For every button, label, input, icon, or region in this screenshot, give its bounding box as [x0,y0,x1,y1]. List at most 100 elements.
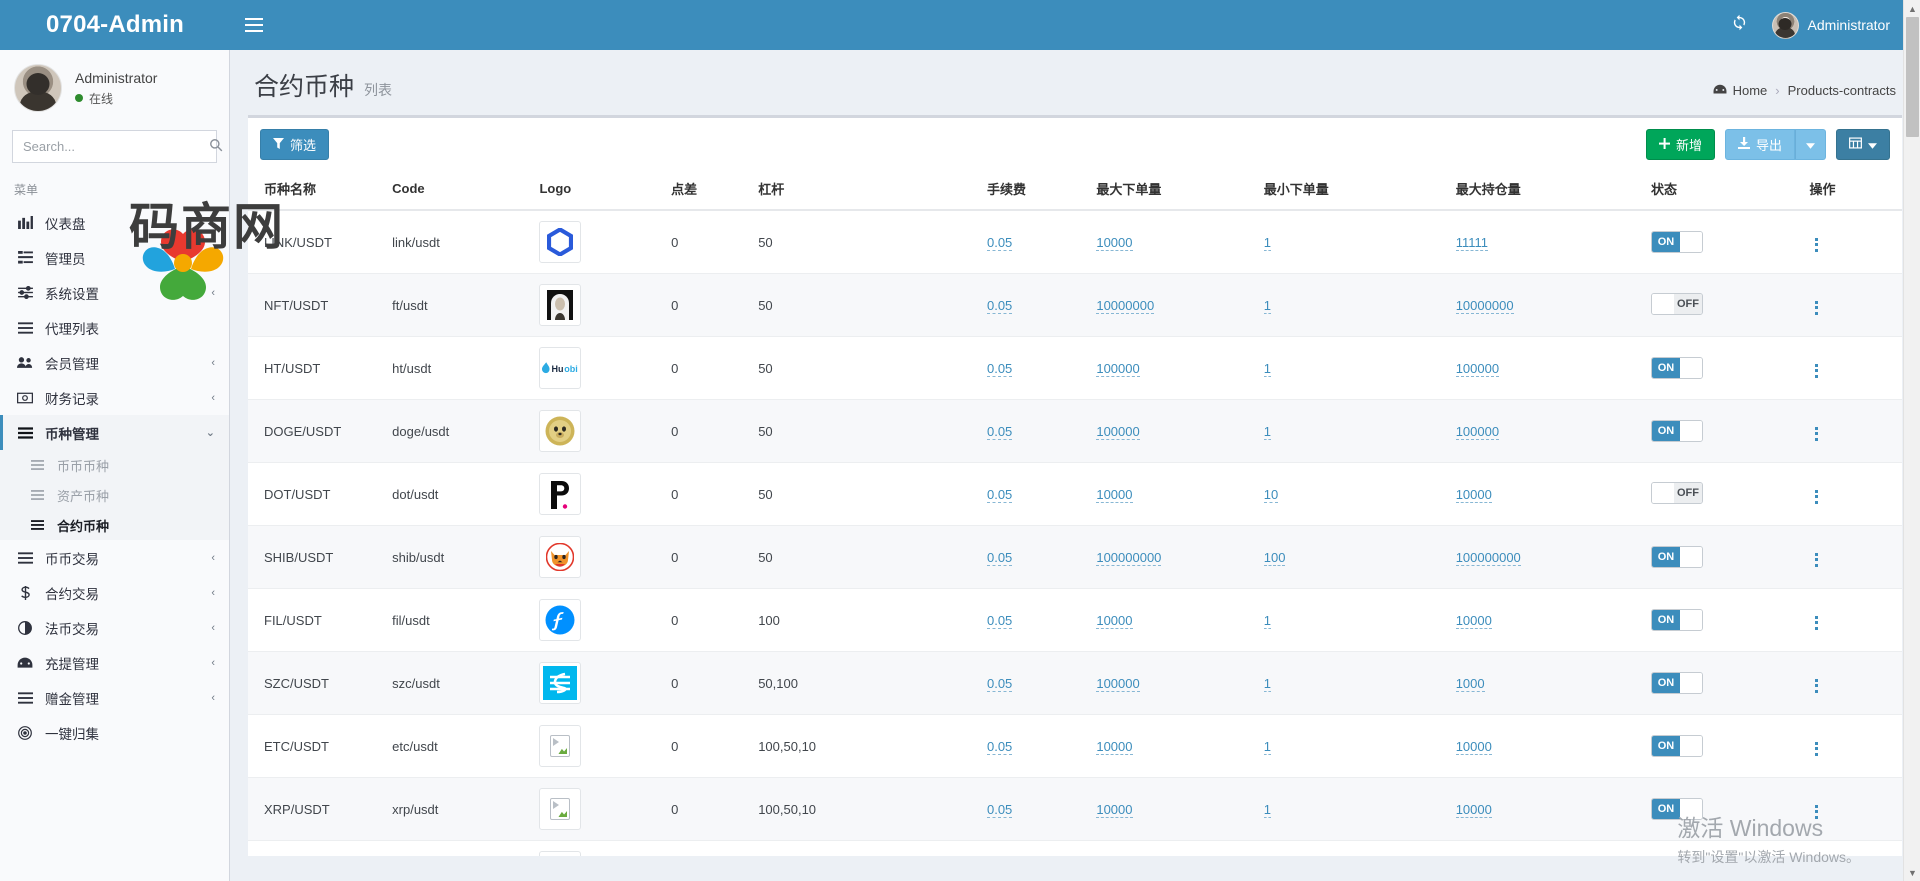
column-header-logo[interactable]: Logo [531,170,663,210]
editable-max-order[interactable]: 10000 [1096,613,1132,629]
table-row[interactable]: LINK/USDTlink/usdt0500.0510000111111ON [248,210,1902,274]
editable-max-order[interactable]: 100000 [1096,361,1139,377]
editable-fee[interactable]: 0.05 [987,487,1012,503]
editable-max-order[interactable]: 100000 [1096,676,1139,692]
editable-max-order[interactable]: 100000 [1096,424,1139,440]
ellipsis-vertical-icon[interactable] [1809,738,1824,760]
status-toggle[interactable]: ON [1651,798,1703,820]
filter-button[interactable]: 筛选 [260,129,329,160]
status-toggle[interactable]: ON [1651,735,1703,757]
editable-max-order[interactable]: 10000000 [1096,298,1154,314]
sidebar-subitem-asset-currency[interactable]: 资产币种 [0,480,229,510]
sidebar-item-dashboard[interactable]: 仪表盘 [0,205,229,240]
editable-fee[interactable]: 0.05 [987,235,1012,251]
column-header-name[interactable]: 币种名称 [248,170,384,210]
editable-min-order[interactable]: 1 [1264,235,1271,251]
page-scrollbar[interactable]: ▲ ▼ [1903,0,1920,881]
export-button[interactable]: 导出 [1725,129,1795,160]
table-row[interactable]: SHIB/USDTshib/usdt0500.05100000000100100… [248,526,1902,589]
ellipsis-vertical-icon[interactable] [1809,549,1824,571]
editable-fee[interactable]: 0.05 [987,676,1012,692]
table-row[interactable]: XRP/USDTxrp/usdt0100,50,100.051000011000… [248,778,1902,841]
status-toggle[interactable]: ON [1651,231,1703,253]
editable-max-position[interactable]: 10000 [1456,802,1492,818]
table-row[interactable]: FIL/USDTfil/usdt01000.0510000110000ON [248,589,1902,652]
sidebar-item-bonus-management[interactable]: 赠金管理 ‹ [0,680,229,715]
editable-max-order[interactable]: 10000 [1096,739,1132,755]
editable-fee[interactable]: 0.05 [987,613,1012,629]
sidebar-item-spot-trading[interactable]: 币币交易 ‹ [0,540,229,575]
column-header-max-position[interactable]: 最大持仓量 [1448,170,1643,210]
column-header-max-order[interactable]: 最大下单量 [1088,170,1255,210]
sidebar-subitem-spot-currency[interactable]: 币币币种 [0,450,229,480]
sidebar-item-members[interactable]: 会员管理 ‹ [0,345,229,380]
ellipsis-vertical-icon[interactable] [1809,360,1824,382]
sidebar-item-deposit-withdraw[interactable]: 充提管理 ‹ [0,645,229,680]
column-header-spread[interactable]: 点差 [663,170,750,210]
editable-fee[interactable]: 0.05 [987,424,1012,440]
add-button[interactable]: 新增 [1646,129,1715,160]
ellipsis-vertical-icon[interactable] [1809,612,1824,634]
editable-max-order[interactable]: 10000 [1096,802,1132,818]
editable-fee[interactable]: 0.05 [987,550,1012,566]
editable-min-order[interactable]: 1 [1264,361,1271,377]
sidebar-user-panel[interactable]: Administrator 在线 [0,50,229,124]
status-toggle[interactable]: ON [1651,546,1703,568]
scrollbar-thumb[interactable] [1906,17,1919,137]
editable-max-position[interactable]: 1000 [1456,676,1485,692]
table-scroll-area[interactable]: 币种名称 Code Logo 点差 杠杆 手续费 最大下单量 最小下单量 最大持… [248,170,1902,856]
brand-logo[interactable]: 0704-Admin [0,0,230,50]
sidebar-item-finance-records[interactable]: 财务记录 ‹ [0,380,229,415]
column-header-leverage[interactable]: 杠杆 [750,170,979,210]
breadcrumb-home[interactable]: Home [1713,83,1768,98]
editable-max-order[interactable]: 10000 [1096,487,1132,503]
editable-min-order[interactable]: 1 [1264,424,1271,440]
ellipsis-vertical-icon[interactable] [1809,234,1824,256]
editable-min-order[interactable]: 1 [1264,739,1271,755]
status-toggle[interactable]: ON [1651,420,1703,442]
search-button[interactable] [209,131,223,162]
column-header-operations[interactable]: 操作 [1801,170,1902,210]
editable-max-position[interactable]: 11111 [1456,235,1488,251]
sidebar-subitem-contract-currency[interactable]: 合约币种 [0,510,229,540]
export-dropdown-button[interactable] [1795,129,1826,160]
editable-max-order[interactable]: 10000 [1096,235,1132,251]
editable-fee[interactable]: 0.05 [987,298,1012,314]
status-toggle[interactable]: ON [1651,672,1703,694]
table-row[interactable]: DOT/USDTdot/usdt0500.05100001010000OFF [248,463,1902,526]
sidebar-item-one-click-collection[interactable]: 一键归集 [0,715,229,750]
column-header-code[interactable]: Code [384,170,531,210]
sidebar-item-fiat-trading[interactable]: 法币交易 ‹ [0,610,229,645]
editable-min-order[interactable]: 1 [1264,676,1271,692]
editable-max-position[interactable]: 100000 [1456,424,1499,440]
table-row[interactable]: DOGE/USDTdoge/usdt0500.051000001100000ON [248,400,1902,463]
sidebar-item-agent-list[interactable]: 代理列表 [0,310,229,345]
columns-toggle-button[interactable] [1836,129,1890,160]
sidebar-item-currency-management[interactable]: 币种管理 ⌄ [0,415,229,450]
editable-max-position[interactable]: 10000 [1456,739,1492,755]
scroll-down-arrow-icon[interactable]: ▼ [1904,864,1920,881]
editable-max-position[interactable]: 10000 [1456,613,1492,629]
ellipsis-vertical-icon[interactable] [1809,423,1824,445]
ellipsis-vertical-icon[interactable] [1809,297,1824,319]
status-toggle[interactable]: ON [1651,357,1703,379]
table-row[interactable]: LTC/USDTltc/usdt0100,50,100.051000011000… [248,841,1902,857]
table-row[interactable]: HT/USDTht/usdtHuobi0500.051000001100000O… [248,337,1902,400]
search-input[interactable] [13,131,209,162]
table-row[interactable]: ETC/USDTetc/usdt0100,50,100.051000011000… [248,715,1902,778]
editable-fee[interactable]: 0.05 [987,802,1012,818]
sidebar-item-contract-trading[interactable]: 合约交易 ‹ [0,575,229,610]
editable-max-order[interactable]: 100000000 [1096,550,1161,566]
user-menu[interactable]: Administrator [1764,0,1908,50]
editable-min-order[interactable]: 10 [1264,487,1278,503]
ellipsis-vertical-icon[interactable] [1809,486,1824,508]
column-header-status[interactable]: 状态 [1643,170,1801,210]
table-row[interactable]: NFT/USDTft/usdt0500.0510000000110000000O… [248,274,1902,337]
editable-fee[interactable]: 0.05 [987,739,1012,755]
editable-min-order[interactable]: 100 [1264,550,1286,566]
status-toggle[interactable]: OFF [1651,482,1703,504]
column-header-fee[interactable]: 手续费 [979,170,1088,210]
editable-max-position[interactable]: 100000 [1456,361,1499,377]
editable-fee[interactable]: 0.05 [987,361,1012,377]
sidebar-item-system-settings[interactable]: 系统设置 ‹ [0,275,229,310]
